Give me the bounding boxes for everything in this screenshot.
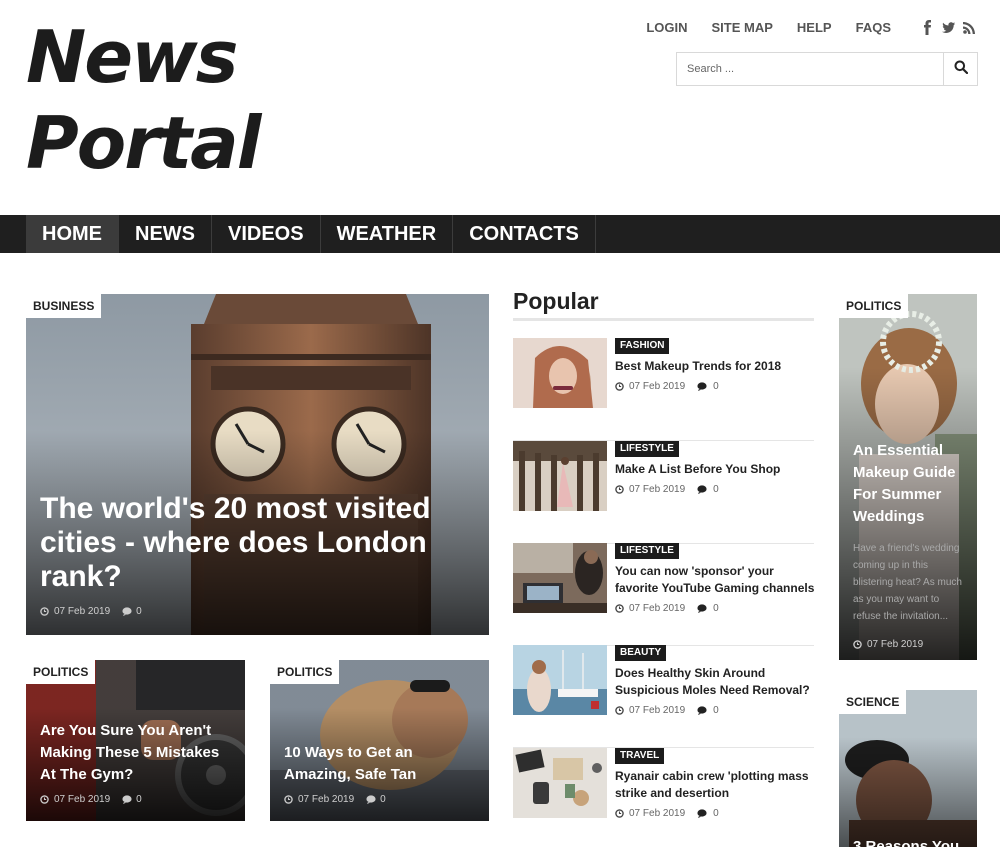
post-date: 07 Feb 2019 [629,484,686,495]
featured-article-card[interactable]: BUSINESS The world's 20 most visited cit… [26,294,489,635]
category-tag[interactable]: LIFESTYLE [615,441,679,457]
article-title[interactable]: Are You Sure You Aren't Making These 5 M… [40,720,231,786]
comment-count[interactable]: 0 [136,606,142,617]
popular-item[interactable]: FASHION Best Makeup Trends for 2018 07 F… [513,338,814,441]
comment-icon [697,809,707,818]
post-date: 07 Feb 2019 [298,794,355,805]
popular-item[interactable]: LIFESTYLE Make A List Before You Shop 07… [513,441,814,544]
search-button[interactable] [943,53,977,85]
comment-count[interactable]: 0 [713,603,719,614]
small-article-card[interactable]: POLITICS Are You Sure You Aren't Making … [26,660,245,821]
comment-icon [122,795,132,804]
search-input[interactable] [677,53,943,85]
comment-count[interactable]: 0 [713,808,719,819]
article-thumbnail[interactable] [513,748,607,818]
site-map-link[interactable]: SITE MAP [712,20,773,35]
nav-videos[interactable]: VIDEOS [212,215,321,253]
clock-icon [615,706,624,715]
side-article-card[interactable]: POLITICS An Essential Makeup Guide For S… [839,294,977,660]
comment-count[interactable]: 0 [380,794,386,805]
category-tag[interactable]: POLITICS [270,660,340,684]
side-article-card[interactable]: SCIENCE 3 Reasons You [839,690,977,847]
category-tag[interactable]: POLITICS [839,294,909,318]
article-thumbnail[interactable] [513,543,607,613]
comment-icon [697,604,707,613]
nav-weather[interactable]: WEATHER [321,215,454,253]
comment-count[interactable]: 0 [713,484,719,495]
post-date: 07 Feb 2019 [629,705,686,716]
clock-icon [615,604,624,613]
article-title[interactable]: Make A List Before You Shop [615,461,815,478]
top-links: LOGIN SITE MAP HELP FAQS [646,20,976,35]
clock-icon [40,795,49,804]
main-nav: HOME NEWS VIDEOS WEATHER CONTACTS [0,215,1000,253]
article-thumbnail[interactable] [513,645,607,715]
comment-count[interactable]: 0 [136,794,142,805]
clock-icon [615,485,624,494]
nav-news[interactable]: NEWS [119,215,212,253]
help-link[interactable]: HELP [797,20,832,35]
article-title[interactable]: You can now 'sponsor' your favorite YouT… [615,563,815,597]
article-title[interactable]: Ryanair cabin crew 'plotting mass strike… [615,768,815,802]
facebook-icon[interactable] [921,20,934,35]
clock-icon [40,607,49,616]
post-date: 07 Feb 2019 [867,639,924,650]
popular-divider [513,318,814,321]
comment-icon [697,706,707,715]
category-tag[interactable]: TRAVEL [615,748,665,764]
category-tag[interactable]: BEAUTY [615,645,667,661]
rss-icon[interactable] [963,20,976,35]
article-title[interactable]: 10 Ways to Get an Amazing, Safe Tan [284,742,475,786]
featured-title[interactable]: The world's 20 most visited cities - whe… [40,492,475,594]
faqs-link[interactable]: FAQS [856,20,891,35]
search-icon [954,60,968,79]
category-tag[interactable]: POLITICS [26,660,96,684]
comment-icon [697,485,707,494]
search-box [676,52,978,86]
article-excerpt: Have a friend's wedding coming up in thi… [853,543,962,622]
twitter-icon[interactable] [942,20,955,35]
comment-count[interactable]: 0 [713,381,719,392]
comment-icon [122,607,132,616]
article-thumbnail[interactable] [513,441,607,511]
popular-heading: Popular [513,288,599,314]
article-title[interactable]: Does Healthy Skin Around Suspicious Mole… [615,665,815,699]
post-date: 07 Feb 2019 [629,381,686,392]
comment-count[interactable]: 0 [713,705,719,716]
comment-icon [697,382,707,391]
clock-icon [853,640,862,649]
nav-home[interactable]: HOME [26,215,119,253]
category-tag[interactable]: SCIENCE [839,690,907,714]
logo-line-2: Portal [26,101,261,185]
article-title[interactable]: An Essential Makeup Guide For Summer Wed… [853,440,963,528]
post-date: 07 Feb 2019 [54,606,111,617]
login-link[interactable]: LOGIN [646,20,687,35]
category-tag[interactable]: BUSINESS [26,294,102,318]
post-date: 07 Feb 2019 [54,794,111,805]
popular-item[interactable]: TRAVEL Ryanair cabin crew 'plotting mass… [513,748,814,847]
site-logo[interactable]: News Portal [26,14,261,186]
article-title[interactable]: 3 Reasons You [853,836,959,847]
comment-icon [366,795,376,804]
popular-item[interactable]: LIFESTYLE You can now 'sponsor' your fav… [513,543,814,646]
category-tag[interactable]: FASHION [615,338,670,354]
clock-icon [615,382,624,391]
logo-line-1: News [26,15,238,99]
clock-icon [284,795,293,804]
clock-icon [615,809,624,818]
small-article-card[interactable]: POLITICS 10 Ways to Get an Amazing, Safe… [270,660,489,821]
social-links [913,20,976,35]
post-date: 07 Feb 2019 [629,808,686,819]
category-tag[interactable]: LIFESTYLE [615,543,679,559]
article-title[interactable]: Best Makeup Trends for 2018 [615,358,815,375]
popular-item[interactable]: BEAUTY Does Healthy Skin Around Suspicio… [513,645,814,748]
nav-contacts[interactable]: CONTACTS [453,215,596,253]
post-date: 07 Feb 2019 [629,603,686,614]
article-thumbnail[interactable] [513,338,607,408]
